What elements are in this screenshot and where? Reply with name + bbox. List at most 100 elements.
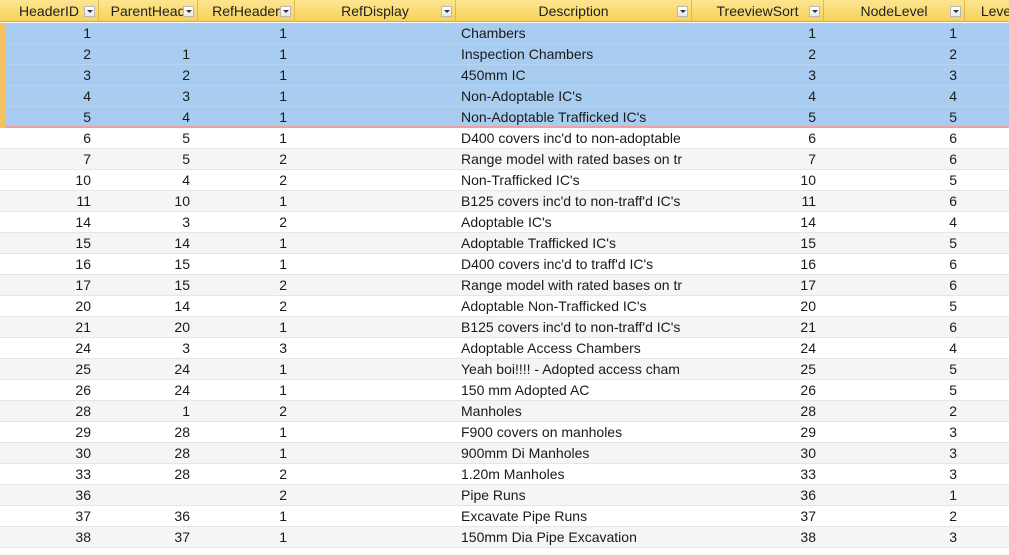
cell-treeview-sort[interactable]: 16	[692, 254, 824, 274]
table-row[interactable]: 2 1 1 Inspection Chambers 2 2	[0, 44, 1009, 65]
table-row[interactable]: 3 2 1 450mm IC 3 3	[0, 65, 1009, 86]
cell-header-id[interactable]: 30	[0, 443, 99, 463]
cell-ref-header[interactable]: 2	[198, 149, 295, 169]
cell-treeview-sort[interactable]: 29	[692, 422, 824, 442]
cell-ref-header[interactable]: 1	[198, 44, 295, 64]
cell-parent-head[interactable]: 5	[99, 149, 198, 169]
cell-ref-header[interactable]: 1	[198, 107, 295, 127]
cell-node-level[interactable]: 6	[824, 149, 965, 169]
table-row[interactable]: 37 36 1 Excavate Pipe Runs 37 2	[0, 506, 1009, 527]
table-row[interactable]: 28 1 2 Manholes 28 2	[0, 401, 1009, 422]
cell-header-id[interactable]: 21	[0, 317, 99, 337]
cell-description[interactable]: D400 covers inc'd to traff'd IC's	[456, 254, 692, 274]
cell-ref-display[interactable]	[295, 107, 456, 127]
cell-ref-display[interactable]	[295, 422, 456, 442]
cell-node-level[interactable]: 2	[824, 401, 965, 421]
cell-ref-display[interactable]	[295, 464, 456, 484]
cell-parent-head[interactable]: 2	[99, 65, 198, 85]
cell-header-id[interactable]: 14	[0, 212, 99, 232]
table-row[interactable]: 26 24 1 150 mm Adopted AC 26 5	[0, 380, 1009, 401]
cell-description[interactable]: F900 covers on manholes	[456, 422, 692, 442]
cell-parent-head[interactable]: 10	[99, 191, 198, 211]
cell-ref-display[interactable]	[295, 212, 456, 232]
table-row[interactable]: 21 20 1 B125 covers inc'd to non-traff'd IC…	[0, 317, 1009, 338]
cell-treeview-sort[interactable]: 30	[692, 443, 824, 463]
cell-ref-header[interactable]: 1	[198, 23, 295, 43]
cell-parent-head[interactable]: 3	[99, 338, 198, 358]
cell-parent-head[interactable]: 20	[99, 317, 198, 337]
cell-header-id[interactable]: 37	[0, 506, 99, 526]
cell-parent-head[interactable]: 28	[99, 422, 198, 442]
cell-header-id[interactable]: 28	[0, 401, 99, 421]
cell-treeview-sort[interactable]: 5	[692, 107, 824, 127]
column-header-ref-header[interactable]: RefHeader	[198, 0, 295, 22]
column-header-level-id[interactable]: LevelI	[965, 0, 1009, 22]
table-row[interactable]: 4 3 1 Non-Adoptable IC's 4 4	[0, 86, 1009, 107]
cell-ref-header[interactable]: 2	[198, 296, 295, 316]
cell-description[interactable]: Adoptable Trafficked IC's	[456, 233, 692, 253]
cell-description[interactable]: Adoptable Non-Trafficked IC's	[456, 296, 692, 316]
cell-node-level[interactable]: 4	[824, 338, 965, 358]
cell-node-level[interactable]: 3	[824, 527, 965, 547]
cell-ref-display[interactable]	[295, 338, 456, 358]
cell-header-id[interactable]: 2	[0, 44, 99, 64]
cell-header-id[interactable]: 38	[0, 527, 99, 547]
cell-ref-display[interactable]	[295, 401, 456, 421]
cell-ref-header[interactable]: 1	[198, 65, 295, 85]
table-row[interactable]: 25 24 1 Yeah boi!!!! - Adopted access cham 2…	[0, 359, 1009, 380]
cell-header-id[interactable]: 33	[0, 464, 99, 484]
cell-description[interactable]: B125 covers inc'd to non-traff'd IC's	[456, 317, 692, 337]
cell-parent-head[interactable]: 4	[99, 107, 198, 127]
cell-parent-head[interactable]: 1	[99, 44, 198, 64]
cell-header-id[interactable]: 10	[0, 170, 99, 190]
cell-header-id[interactable]: 4	[0, 86, 99, 106]
table-row[interactable]: 14 3 2 Adoptable IC's 14 4	[0, 212, 1009, 233]
cell-header-id[interactable]: 17	[0, 275, 99, 295]
cell-treeview-sort[interactable]: 26	[692, 380, 824, 400]
filter-dropdown-icon[interactable]	[809, 6, 820, 17]
cell-treeview-sort[interactable]: 7	[692, 149, 824, 169]
filter-dropdown-icon[interactable]	[183, 6, 194, 17]
cell-ref-header[interactable]: 2	[198, 275, 295, 295]
table-row[interactable]: 15 14 1 Adoptable Trafficked IC's 15 5	[0, 233, 1009, 254]
cell-description[interactable]: Non-Adoptable Trafficked IC's	[456, 107, 692, 127]
cell-node-level[interactable]: 5	[824, 233, 965, 253]
table-row[interactable]: 5 4 1 Non-Adoptable Trafficked IC's 5 5	[0, 107, 1009, 128]
cell-description[interactable]: 150 mm Adopted AC	[456, 380, 692, 400]
filter-dropdown-icon[interactable]	[84, 6, 95, 17]
column-header-treeview-sort[interactable]: TreeviewSort	[692, 0, 824, 22]
table-row[interactable]: 6 5 1 D400 covers inc'd to non-adoptable 6 6	[0, 128, 1009, 149]
cell-ref-header[interactable]: 2	[198, 401, 295, 421]
cell-parent-head[interactable]: 3	[99, 212, 198, 232]
table-row[interactable]: 1 1 Chambers 1 1	[0, 23, 1009, 44]
cell-ref-display[interactable]	[295, 485, 456, 505]
cell-node-level[interactable]: 5	[824, 107, 965, 127]
cell-header-id[interactable]: 25	[0, 359, 99, 379]
cell-ref-display[interactable]	[295, 296, 456, 316]
cell-description[interactable]: Inspection Chambers	[456, 44, 692, 64]
cell-description[interactable]: Excavate Pipe Runs	[456, 506, 692, 526]
cell-description[interactable]: 150mm Dia Pipe Excavation	[456, 527, 692, 547]
cell-header-id[interactable]: 36	[0, 485, 99, 505]
cell-parent-head[interactable]: 5	[99, 128, 198, 148]
cell-ref-display[interactable]	[295, 233, 456, 253]
cell-node-level[interactable]: 3	[824, 65, 965, 85]
cell-header-id[interactable]: 24	[0, 338, 99, 358]
cell-treeview-sort[interactable]: 38	[692, 527, 824, 547]
cell-treeview-sort[interactable]: 17	[692, 275, 824, 295]
cell-ref-header[interactable]: 1	[198, 128, 295, 148]
cell-parent-head[interactable]: 15	[99, 275, 198, 295]
cell-ref-header[interactable]: 1	[198, 506, 295, 526]
cell-ref-display[interactable]	[295, 86, 456, 106]
cell-parent-head[interactable]: 24	[99, 380, 198, 400]
cell-header-id[interactable]: 6	[0, 128, 99, 148]
cell-description[interactable]: 450mm IC	[456, 65, 692, 85]
cell-ref-header[interactable]: 2	[198, 170, 295, 190]
cell-header-id[interactable]: 3	[0, 65, 99, 85]
cell-node-level[interactable]: 3	[824, 422, 965, 442]
cell-parent-head[interactable]: 24	[99, 359, 198, 379]
table-row[interactable]: 10 4 2 Non-Trafficked IC's 10 5	[0, 170, 1009, 191]
table-row[interactable]: 17 15 2 Range model with rated bases on tr 1…	[0, 275, 1009, 296]
cell-treeview-sort[interactable]: 24	[692, 338, 824, 358]
cell-description[interactable]: B125 covers inc'd to non-traff'd IC's	[456, 191, 692, 211]
